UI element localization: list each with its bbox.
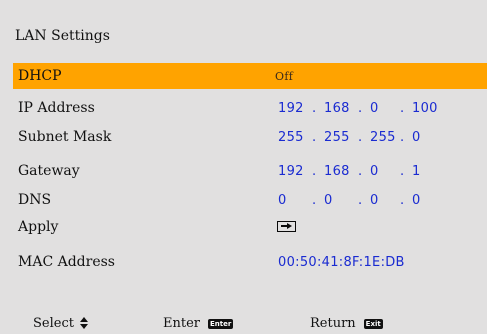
lan-settings-panel: LAN Settings DHCP Off IP Address 192. 168… [0,0,487,334]
ip-octet-3[interactable]: 0 [370,101,400,116]
ip-octet-4[interactable]: 100 [412,101,438,116]
footer-enter-hint: Enter Enter [163,316,234,331]
footer-return-hint: Return Exit [310,316,383,331]
gateway-octet-1[interactable]: 192 [278,164,312,179]
menu-row-subnet-mask[interactable]: Subnet Mask 255. 255. 255. 0 [13,124,487,150]
dhcp-value: Off [275,69,294,83]
gateway-octet-2[interactable]: 168 [324,164,358,179]
subnet-mask-value[interactable]: 255. 255. 255. 0 [278,130,421,145]
ip-octet-1[interactable]: 192 [278,101,312,116]
dns-octet-2[interactable]: 0 [324,193,358,208]
ip-octet-2[interactable]: 168 [324,101,358,116]
mac-address-value: 00:50:41:8F:1E:DB [278,254,405,270]
gateway-octet-3[interactable]: 0 [370,164,400,179]
row-label: DNS [18,192,52,208]
menu-row-ip-address[interactable]: IP Address 192. 168. 0. 100 [13,95,487,121]
footer-select-hint: Select [33,316,88,331]
row-label: MAC Address [18,254,115,270]
enter-arrow-icon [277,220,296,232]
exit-key-icon: Exit [363,318,383,329]
gateway-octet-4[interactable]: 1 [412,164,421,179]
enter-label: Enter [163,316,200,331]
apply-button[interactable] [277,220,296,235]
subnet-octet-4[interactable]: 0 [412,130,421,145]
ip-address-value[interactable]: 192. 168. 0. 100 [278,101,438,116]
dns-octet-3[interactable]: 0 [370,193,400,208]
menu-title: LAN Settings [15,28,110,44]
menu-row-mac-address: MAC Address 00:50:41:8F:1E:DB [13,249,487,275]
dns-value[interactable]: 0.0.0.0 [278,193,421,208]
row-label: DHCP [18,68,62,84]
menu-row-dhcp[interactable]: DHCP Off [13,63,487,89]
menu-row-gateway[interactable]: Gateway 192. 168. 0. 1 [13,158,487,184]
select-label: Select [33,316,74,331]
row-label: Apply [18,219,59,235]
enter-key-icon: Enter [208,318,234,329]
menu-row-dns[interactable]: DNS 0.0.0.0 [13,187,487,213]
dns-octet-4[interactable]: 0 [412,193,421,208]
menu-row-apply[interactable]: Apply [13,214,487,240]
return-label: Return [310,316,356,331]
subnet-octet-1[interactable]: 255 [278,130,312,145]
row-label: Gateway [18,163,80,179]
row-label: Subnet Mask [18,129,112,145]
subnet-octet-3[interactable]: 255 [370,130,400,145]
gateway-value[interactable]: 192. 168. 0. 1 [278,164,421,179]
up-down-arrows-icon [79,316,88,329]
dns-octet-1[interactable]: 0 [278,193,312,208]
subnet-octet-2[interactable]: 255 [324,130,358,145]
row-label: IP Address [18,100,95,116]
